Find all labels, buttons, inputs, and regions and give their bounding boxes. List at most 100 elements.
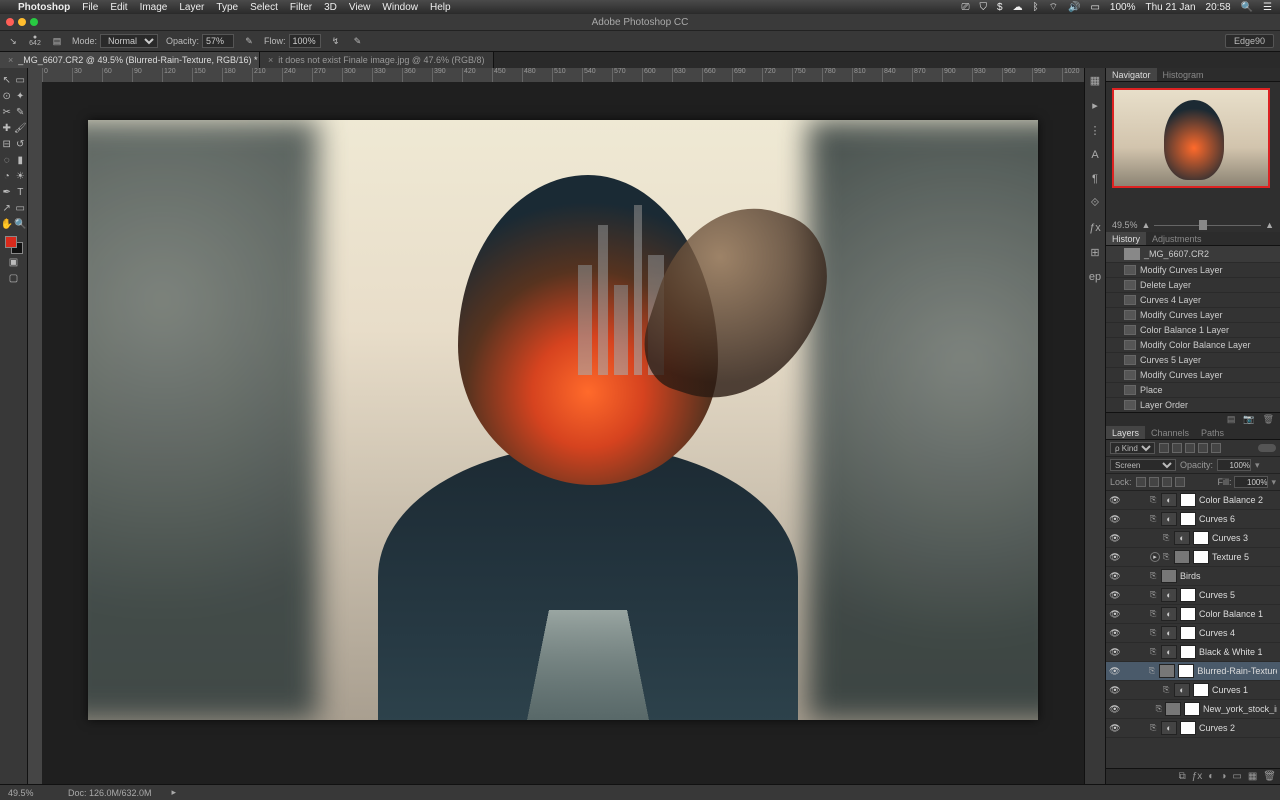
panel-tab-layers[interactable]: Layers (1106, 426, 1145, 439)
menubar-wifi-icon[interactable]: ⌔ (1049, 1, 1058, 14)
blend-mode-select[interactable]: Normal (100, 34, 158, 48)
layer-row[interactable]: 👁⎘Curves 5 (1106, 586, 1280, 605)
menu-image[interactable]: Image (140, 2, 168, 13)
layer-mask-thumbnail[interactable] (1180, 645, 1196, 659)
rectangle-tool[interactable]: ▭ (14, 200, 28, 216)
window-minimize-button[interactable] (18, 18, 26, 26)
menu-layer[interactable]: Layer (179, 2, 204, 13)
filter-pixel-icon[interactable] (1159, 443, 1169, 453)
layer-name[interactable]: Color Balance 2 (1199, 495, 1263, 505)
dock-panel-icon[interactable]: ¶ (1092, 173, 1098, 185)
new-group-icon[interactable]: ▭ (1232, 771, 1241, 782)
lasso-tool[interactable]: ⊙ (0, 88, 14, 104)
menu-3d[interactable]: 3D (324, 2, 337, 13)
filter-smartobject-icon[interactable] (1211, 443, 1221, 453)
menubar-icon[interactable]: ⛉ (980, 2, 988, 13)
layer-visibility-icon[interactable]: 👁 (1109, 495, 1121, 506)
magic-wand-tool[interactable]: ✦ (14, 88, 28, 104)
layer-visibility-icon[interactable]: 👁 (1109, 533, 1121, 544)
create-document-from-state-icon[interactable]: ▤ (1227, 414, 1236, 425)
document-tab[interactable]: ×it does not exist Finale image.jpg @ 47… (260, 52, 494, 68)
color-swatches[interactable] (5, 236, 23, 254)
layer-link-icon[interactable]: ⎘ (1150, 495, 1158, 505)
panel-tab-channels[interactable]: Channels (1145, 426, 1195, 439)
eyedropper-tool[interactable]: ✎ (14, 104, 28, 120)
history-state[interactable]: Modify Color Balance Layer (1106, 337, 1280, 352)
layer-name[interactable]: Blurred-Rain-Texture (1197, 666, 1277, 676)
fill-input[interactable] (1234, 476, 1268, 488)
menu-filter[interactable]: Filter (290, 2, 312, 13)
panel-tab-history[interactable]: History (1106, 232, 1146, 245)
layer-link-icon[interactable]: ⎘ (1150, 609, 1158, 619)
layer-mask-thumbnail[interactable] (1180, 512, 1196, 526)
layer-link-icon[interactable]: ⎘ (1149, 666, 1157, 676)
layer-thumbnail[interactable] (1174, 550, 1190, 564)
lock-image-icon[interactable] (1149, 477, 1159, 487)
close-tab-icon[interactable]: × (268, 55, 273, 65)
history-state[interactable]: Modify Curves Layer (1106, 307, 1280, 322)
dock-panel-icon[interactable]: ep (1089, 271, 1101, 283)
menubar-volume-icon[interactable]: 🔊 (1068, 2, 1080, 13)
layer-row[interactable]: 👁⎘Color Balance 1 (1106, 605, 1280, 624)
layer-thumbnail[interactable] (1161, 645, 1177, 659)
screen-mode-icon[interactable]: ▢ (0, 270, 28, 286)
panel-tab-navigator[interactable]: Navigator (1106, 68, 1157, 81)
layer-name[interactable]: Curves 2 (1199, 723, 1235, 733)
layer-thumbnail[interactable] (1159, 664, 1175, 678)
layer-name[interactable]: Texture 5 (1212, 552, 1249, 562)
layer-thumbnail[interactable] (1161, 588, 1177, 602)
dock-panel-icon[interactable]: ⟐ (1091, 197, 1100, 210)
history-state[interactable]: Color Balance 1 Layer (1106, 322, 1280, 337)
dock-panel-icon[interactable]: ⋮ (1090, 124, 1101, 137)
menu-edit[interactable]: Edit (110, 2, 127, 13)
menubar-display-icon[interactable]: ▭ (1090, 2, 1099, 13)
menu-select[interactable]: Select (250, 2, 278, 13)
panel-tab-paths[interactable]: Paths (1195, 426, 1230, 439)
layer-link-icon[interactable]: ⎘ (1163, 552, 1171, 562)
brush-preset-picker[interactable]: ●642 (28, 34, 42, 48)
menu-window[interactable]: Window (382, 2, 418, 13)
history-state[interactable]: Place (1106, 382, 1280, 397)
panel-tab-adjustments[interactable]: Adjustments (1146, 232, 1208, 245)
history-state[interactable]: Curves 5 Layer (1106, 352, 1280, 367)
layer-style-icon[interactable]: ƒx (1192, 771, 1203, 782)
document-tab[interactable]: ×_MG_6607.CR2 @ 49.5% (Blurred-Rain-Text… (0, 52, 260, 68)
layer-visibility-icon[interactable]: 👁 (1109, 590, 1121, 601)
navigator-zoom-slider[interactable] (1154, 220, 1261, 230)
gradient-tool[interactable]: ▮ (14, 152, 28, 168)
layer-filter-toggle[interactable] (1258, 444, 1276, 452)
hand-tool[interactable]: ✋ (0, 216, 14, 232)
history-state[interactable]: Layer Order (1106, 397, 1280, 412)
menubar-notifications-icon[interactable]: ☰ (1263, 2, 1272, 13)
layer-link-icon[interactable]: ⎘ (1150, 590, 1158, 600)
dock-panel-icon[interactable]: ▸ (1092, 99, 1098, 112)
layer-visibility-icon[interactable]: 👁 (1109, 514, 1121, 525)
layer-link-icon[interactable]: ⎘ (1150, 723, 1158, 733)
layer-mask-thumbnail[interactable] (1193, 683, 1209, 697)
layer-thumbnail[interactable] (1174, 683, 1190, 697)
layer-name[interactable]: Color Balance 1 (1199, 609, 1263, 619)
dock-panel-icon[interactable]: ▦ (1090, 74, 1100, 87)
layer-link-icon[interactable]: ⎘ (1150, 571, 1158, 581)
menubar-dollar-icon[interactable]: $ (997, 2, 1003, 13)
quick-mask-icon[interactable]: ▣ (0, 254, 28, 270)
dock-panel-icon[interactable]: ƒx (1089, 222, 1101, 234)
layer-link-icon[interactable]: ⎘ (1150, 514, 1158, 524)
layer-thumbnail[interactable] (1161, 626, 1177, 640)
layer-mask-thumbnail[interactable] (1178, 664, 1194, 678)
layer-mask-thumbnail[interactable] (1193, 531, 1209, 545)
status-info-arrow-icon[interactable]: ▸ (172, 787, 177, 798)
lock-all-icon[interactable] (1175, 477, 1185, 487)
eraser-tool[interactable]: ◌ (0, 152, 14, 168)
delete-state-icon[interactable]: 🗑 (1263, 414, 1274, 425)
dodge-tool[interactable]: ☀ (14, 168, 28, 184)
zoom-out-icon[interactable]: ▲ (1142, 220, 1151, 230)
brush-tool[interactable]: 🖌 (14, 120, 28, 136)
ruler-horizontal[interactable]: 0306090120150180210240270300330360390420… (42, 68, 1084, 82)
layer-mask-thumbnail[interactable] (1193, 550, 1209, 564)
blur-tool[interactable]: ◔ (0, 168, 14, 184)
filter-shape-icon[interactable] (1198, 443, 1208, 453)
tool-preset-icon[interactable]: ↘ (6, 34, 20, 48)
flow-input[interactable] (289, 34, 321, 48)
menubar-cloud-icon[interactable]: ☁ (1013, 2, 1023, 13)
